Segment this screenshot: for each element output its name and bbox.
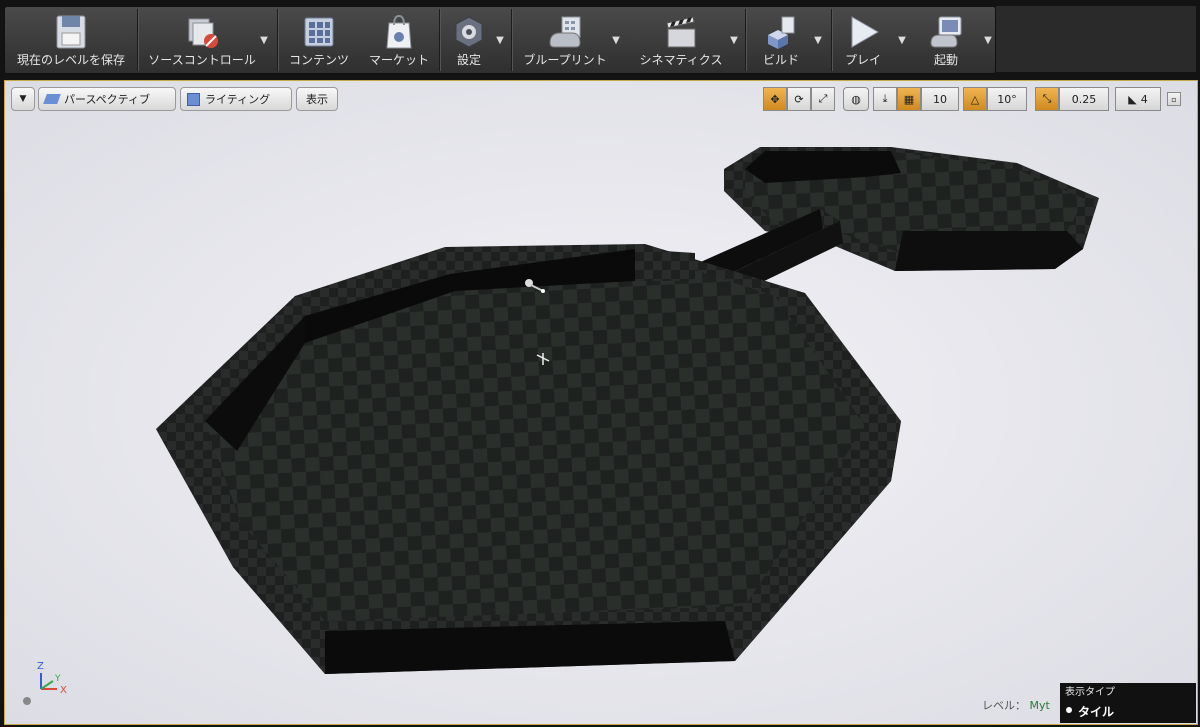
main-toolbar: 現在のレベルを保存 ソースコントロール ▼ コンテンツ マーケット 設定 ▼ ブ… bbox=[4, 6, 996, 74]
lighting-cube-icon bbox=[187, 92, 200, 106]
grid-icon: ▦ bbox=[903, 92, 915, 106]
blueprint-button[interactable]: ブループリント bbox=[513, 7, 617, 73]
scale-snap-icon: ⤡ bbox=[1042, 92, 1052, 105]
play-icon bbox=[851, 16, 880, 48]
camera-speed-label: 4 bbox=[1140, 92, 1148, 106]
save-level-label: 現在のレベルを保存 bbox=[16, 53, 125, 67]
save-icon bbox=[56, 15, 86, 49]
grid-snap-toggle[interactable]: ▦ bbox=[897, 87, 921, 111]
svg-text:X: X bbox=[60, 685, 67, 696]
editor-window: 現在のレベルを保存 ソースコントロール ▼ コンテンツ マーケット 設定 ▼ ブ… bbox=[0, 0, 1200, 727]
world-local-button[interactable]: ◍ bbox=[843, 87, 869, 111]
surface-snap-button[interactable]: ⤓ bbox=[873, 87, 897, 111]
view-mode-label: パースペクティブ bbox=[64, 93, 151, 106]
rotation-snap-toggle[interactable]: △ bbox=[963, 87, 987, 111]
marketplace-icon bbox=[386, 14, 412, 49]
build-button[interactable]: ビルド bbox=[749, 7, 813, 73]
main-platform[interactable] bbox=[156, 244, 901, 674]
settings-button[interactable]: 設定 bbox=[441, 7, 497, 73]
axis-indicator: Z X Y bbox=[23, 661, 67, 705]
cinematics-button[interactable]: シネマティクス bbox=[631, 7, 731, 73]
launch-icon bbox=[930, 16, 962, 48]
marketplace-label: マーケット bbox=[368, 53, 429, 67]
maximize-icon: ▫ bbox=[1171, 94, 1177, 104]
grid-snap-label: 10 bbox=[933, 92, 947, 106]
move-icon: ✥ bbox=[770, 92, 780, 106]
lighting-label: ライティング bbox=[205, 93, 271, 106]
globe-icon: ◍ bbox=[851, 92, 861, 106]
settings-icon bbox=[455, 16, 483, 48]
rotation-snap-label: 10° bbox=[997, 92, 1017, 106]
rotate-mode-button[interactable]: ⟳ bbox=[787, 87, 811, 111]
level-name-indicator: レベル： Myt bbox=[982, 697, 1050, 713]
scale-snap-value[interactable]: 0.25 bbox=[1059, 87, 1109, 111]
source-control-dropdown-icon[interactable]: ▼ bbox=[257, 7, 271, 73]
rotate-icon: ⟳ bbox=[794, 92, 804, 106]
scene-canvas[interactable]: Z X Y bbox=[5, 81, 1197, 724]
marketplace-button[interactable]: マーケット bbox=[361, 7, 437, 73]
level-viewport[interactable]: Z X Y ▼ パースペクティブ ライティング 表示 ✥ ⟳ ⤢ ◍ ⤓ ▦ 1… bbox=[4, 80, 1198, 725]
cinematics-label: シネマティクス bbox=[639, 53, 723, 67]
content-icon bbox=[304, 17, 334, 47]
play-label: プレイ bbox=[844, 53, 881, 67]
save-level-button[interactable]: 現在のレベルを保存 bbox=[5, 7, 137, 73]
build-label: ビルド bbox=[762, 53, 799, 67]
scale-icon: ⤢ bbox=[818, 92, 828, 105]
blueprint-icon bbox=[549, 16, 581, 48]
camera-icon bbox=[43, 94, 61, 104]
toolbar-divider bbox=[745, 9, 747, 71]
settings-dropdown-icon[interactable]: ▼ bbox=[493, 7, 507, 73]
svg-text:Y: Y bbox=[54, 674, 61, 684]
show-button[interactable]: 表示 bbox=[296, 87, 338, 111]
source-control-button[interactable]: ソースコントロール bbox=[139, 7, 265, 73]
build-dropdown-icon[interactable]: ▼ bbox=[811, 7, 825, 73]
translate-mode-button[interactable]: ✥ bbox=[763, 87, 787, 111]
source-control-icon bbox=[188, 18, 218, 48]
launch-button[interactable]: 起動 bbox=[911, 7, 981, 73]
level-name: Myt bbox=[1029, 699, 1050, 712]
build-icon bbox=[768, 16, 795, 49]
view-mode-button[interactable]: パースペクティブ bbox=[38, 87, 176, 111]
viewport-options-button[interactable]: ▼ bbox=[11, 87, 35, 111]
surface-snap-icon: ⤓ bbox=[882, 92, 888, 105]
toolbar-divider bbox=[277, 9, 279, 71]
grid-snap-value[interactable]: 10 bbox=[921, 87, 959, 111]
level-label: レベル： bbox=[982, 699, 1026, 712]
content-label: コンテンツ bbox=[288, 53, 349, 67]
content-button[interactable]: コンテンツ bbox=[283, 7, 355, 73]
angle-icon: △ bbox=[970, 92, 980, 106]
maximize-viewport-button[interactable]: ▫ bbox=[1167, 92, 1181, 106]
blueprint-label: ブループリント bbox=[523, 53, 607, 67]
chevron-down-icon: ▼ bbox=[19, 94, 27, 104]
toolbar-empty-area bbox=[996, 6, 1196, 72]
launch-label: 起動 bbox=[933, 53, 958, 67]
cinematics-icon bbox=[666, 16, 696, 48]
display-type-option-tile[interactable]: タイル bbox=[1078, 703, 1114, 720]
settings-label: 設定 bbox=[456, 53, 481, 67]
play-dropdown-icon[interactable]: ▼ bbox=[895, 7, 909, 73]
camera-speed-button[interactable]: ◣ 4 bbox=[1115, 87, 1161, 111]
cinematics-dropdown-icon[interactable]: ▼ bbox=[727, 7, 741, 73]
rotation-snap-value[interactable]: 10° bbox=[987, 87, 1027, 111]
blueprint-dropdown-icon[interactable]: ▼ bbox=[609, 7, 623, 73]
scale-snap-label: 0.25 bbox=[1071, 92, 1097, 106]
source-control-label: ソースコントロール bbox=[148, 53, 256, 67]
lighting-button[interactable]: ライティング bbox=[180, 87, 292, 111]
radio-selected-icon[interactable] bbox=[1066, 707, 1072, 713]
svg-text:Z: Z bbox=[37, 661, 44, 672]
display-type-title: 表示タイプ bbox=[1065, 687, 1115, 698]
scale-mode-button[interactable]: ⤢ bbox=[811, 87, 835, 111]
scale-snap-toggle[interactable]: ⤡ bbox=[1035, 87, 1059, 111]
play-button[interactable]: プレイ bbox=[833, 7, 893, 73]
camera-speed-icon: ◣ bbox=[1128, 92, 1137, 106]
show-label: 表示 bbox=[306, 93, 328, 106]
launch-dropdown-icon[interactable]: ▼ bbox=[981, 7, 995, 73]
